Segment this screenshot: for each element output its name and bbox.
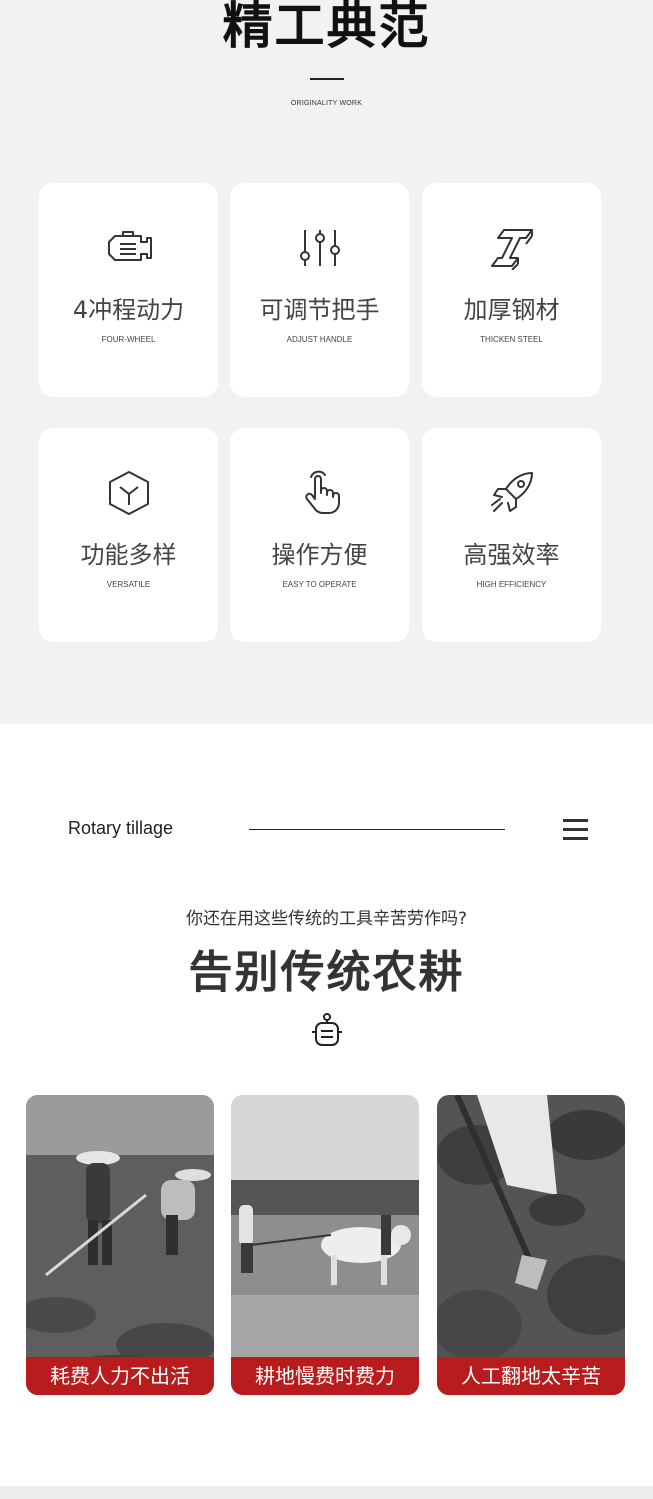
feature-card-efficiency: 高强效率 HIGH EFFICIENCY — [422, 428, 601, 642]
photo-card-labor: 耗费人力不出活 — [26, 1095, 214, 1395]
photo-caption: 耕地慢费时费力 — [231, 1357, 419, 1395]
feature-title: 操作方便 — [271, 541, 368, 569]
ox-plowing-photo — [231, 1095, 419, 1395]
photo-card-ox: 耕地慢费时费力 — [231, 1095, 419, 1395]
rotary-divider — [249, 829, 505, 830]
feature-title: 可调节把手 — [259, 296, 380, 324]
feature-title: 加厚钢材 — [463, 296, 560, 324]
menu-icon[interactable] — [563, 819, 588, 841]
feature-subtitle: THICKEN STEEL — [480, 335, 543, 344]
steel-beam-icon — [422, 225, 601, 271]
farmers-hoeing-photo — [26, 1095, 214, 1395]
feature-subtitle: ADJUST HANDLE — [286, 335, 353, 344]
cube-icon — [39, 470, 218, 516]
feature-card-handle: 可调节把手 ADJUST HANDLE — [230, 183, 409, 397]
photo-caption: 人工翻地太辛苦 — [437, 1357, 625, 1395]
feature-title: 4冲程动力 — [72, 296, 185, 324]
feature-title: 功能多样 — [80, 541, 177, 569]
feature-card-easy: 操作方便 EASY TO OPERATE — [230, 428, 409, 642]
feature-card-steel: 加厚钢材 THICKEN STEEL — [422, 183, 601, 397]
feature-subtitle: EASY TO OPERATE — [282, 580, 357, 589]
features-section: 精工典范 ORIGINALITY WORK 4冲程动力 FOUR-WHEEL 可… — [0, 0, 653, 724]
intro-headline: 告别传统农耕 — [188, 947, 465, 998]
feature-subtitle: HIGH EFFICIENCY — [476, 580, 547, 589]
robot-icon — [308, 1012, 346, 1050]
photo-card-digging: 人工翻地太辛苦 — [437, 1095, 625, 1395]
section-subtitle: ORIGINALITY WORK — [290, 100, 363, 107]
feature-card-versatile: 功能多样 VERSATILE — [39, 428, 218, 642]
section-title: 精工典范 — [222, 0, 431, 55]
rotary-label: Rotary tillage — [68, 818, 174, 838]
photo-caption: 耗费人力不出活 — [26, 1357, 214, 1395]
shovel-digging-photo — [437, 1095, 625, 1395]
feature-subtitle: VERSATILE — [106, 580, 151, 589]
next-section-edge — [0, 1486, 653, 1499]
rocket-icon — [422, 470, 601, 516]
title-divider — [310, 78, 344, 80]
feature-title: 高强效率 — [463, 541, 560, 569]
intro-question: 你还在用这些传统的工具辛苦劳作吗? — [185, 909, 468, 929]
engine-icon — [39, 225, 218, 271]
feature-card-four-stroke: 4冲程动力 FOUR-WHEEL — [39, 183, 218, 397]
feature-subtitle: FOUR-WHEEL — [101, 335, 156, 344]
sliders-icon — [230, 225, 409, 271]
hand-pointer-icon — [230, 470, 409, 516]
